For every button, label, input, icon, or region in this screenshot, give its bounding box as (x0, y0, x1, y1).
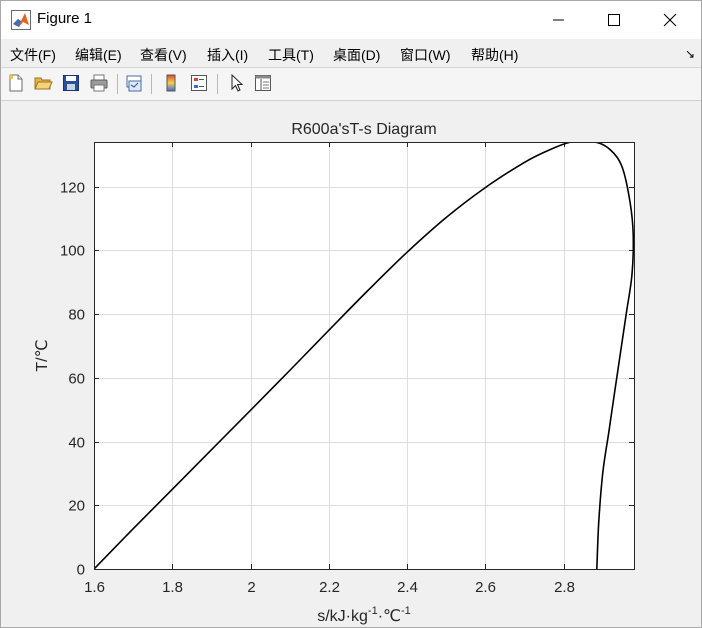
print-icon (90, 74, 108, 92)
insert-legend-icon (191, 75, 207, 91)
menu-bar: 文件(F) 编辑(E) 查看(V) 插入(I) 工具(T) 桌面(D) 窗口(W… (1, 39, 701, 68)
menu-help[interactable]: 帮助(H) (471, 45, 518, 65)
y-axis-title: T/℃ (34, 339, 51, 371)
print-button[interactable] (88, 72, 110, 94)
figure-canvas[interactable]: 1.6 1.8 2 2.2 2.4 2.6 2.8 0 20 40 60 80 100 120 R600a… (1, 101, 701, 627)
figure-window: Figure 1 文件(F) 编辑(E) 查看(V) 插入(I) 工具(T) 桌… (0, 0, 702, 628)
y-tick-label: 20 (68, 498, 85, 515)
x-axis-title-unit: ·℃ (378, 608, 401, 625)
minimize-icon (553, 19, 564, 21)
link-plot-icon (126, 75, 142, 92)
save-icon (63, 75, 79, 91)
close-button[interactable] (647, 1, 693, 39)
open-file-button[interactable] (32, 72, 54, 94)
y-tick-label: 0 (77, 562, 85, 579)
x-tick-label: 2.2 (319, 579, 340, 596)
property-inspector-icon (255, 75, 271, 91)
edit-plot-button[interactable] (226, 72, 248, 94)
maximize-icon (608, 14, 620, 26)
axes-background (94, 142, 634, 569)
toolbar-separator (217, 74, 218, 94)
x-tick-label: 2.8 (554, 579, 575, 596)
window-title: Figure 1 (37, 10, 93, 27)
y-tick-label: 60 (68, 371, 85, 388)
x-axis-title-main: s/kJ·kg (317, 608, 368, 625)
menu-edit[interactable]: 编辑(E) (75, 45, 122, 65)
menu-file[interactable]: 文件(F) (10, 45, 56, 65)
menu-tools[interactable]: 工具(T) (268, 45, 314, 65)
toolbar-separator (151, 74, 152, 94)
x-axis-title-sup: -1 (401, 605, 411, 617)
x-tick-label: 1.6 (84, 579, 105, 596)
x-tick-label: 1.8 (162, 579, 183, 596)
x-axis-title-sup: -1 (368, 605, 378, 617)
new-figure-icon (8, 74, 23, 92)
insert-colorbar-icon (166, 74, 176, 92)
toolbar-separator (117, 74, 118, 94)
open-file-icon (34, 77, 53, 90)
title-bar[interactable]: Figure 1 (1, 1, 701, 39)
insert-legend-button[interactable] (188, 72, 210, 94)
edit-plot-icon (231, 73, 244, 92)
matlab-logo-icon (11, 10, 31, 30)
minimize-button[interactable] (536, 1, 582, 39)
y-tick-label: 80 (68, 307, 85, 324)
new-figure-button[interactable] (5, 72, 27, 94)
x-axis-title: s/kJ·kg-1·℃-1 (317, 605, 411, 625)
menu-view[interactable]: 查看(V) (140, 45, 187, 65)
x-tick-label: 2 (247, 579, 255, 596)
y-tick-label: 120 (60, 180, 85, 197)
save-button[interactable] (60, 72, 82, 94)
close-icon (663, 13, 677, 27)
y-tick-label: 40 (68, 435, 85, 452)
maximize-button[interactable] (591, 1, 637, 39)
x-tick-label: 2.4 (397, 579, 418, 596)
insert-colorbar-button[interactable] (160, 72, 182, 94)
menu-window[interactable]: 窗口(W) (400, 45, 451, 65)
dock-arrow-icon[interactable]: ↘ (685, 47, 695, 61)
y-tick-label: 100 (60, 243, 85, 260)
figure-toolbar (1, 68, 701, 101)
link-plot-button[interactable] (123, 72, 145, 94)
property-inspector-button[interactable] (252, 72, 274, 94)
x-tick-label: 2.6 (475, 579, 496, 596)
menu-insert[interactable]: 插入(I) (207, 45, 248, 65)
menu-desktop[interactable]: 桌面(D) (333, 45, 380, 65)
chart-title: R600a'sT-s Diagram (291, 121, 436, 138)
chart: 1.6 1.8 2 2.2 2.4 2.6 2.8 0 20 40 60 80 100 120 R600a… (34, 121, 635, 625)
